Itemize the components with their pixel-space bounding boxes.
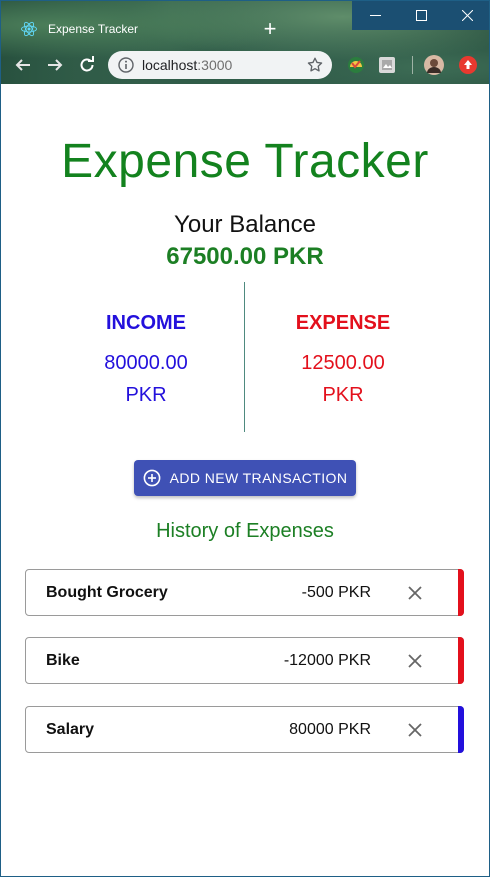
delete-icon[interactable] xyxy=(407,585,423,601)
transaction-amount: -500 PKR xyxy=(301,584,371,601)
expense-amount: 12500.00 PKR xyxy=(283,347,403,411)
expense-summary: EXPENSE 12500.00 PKR xyxy=(283,312,403,411)
income-label: INCOME xyxy=(106,312,186,334)
balance-value: 67500.00 PKR xyxy=(166,243,324,270)
window-controls xyxy=(352,0,490,30)
app-title: Expense Tracker xyxy=(61,135,429,188)
reload-icon[interactable] xyxy=(74,52,100,78)
url-port: :3000 xyxy=(197,57,233,73)
delete-icon[interactable] xyxy=(407,722,423,738)
url-host: localhost xyxy=(142,57,198,73)
info-icon[interactable] xyxy=(118,57,134,73)
balance-label: Your Balance xyxy=(174,211,316,238)
back-icon[interactable] xyxy=(10,52,36,78)
transaction-item: Bike -12000 PKR xyxy=(25,637,464,684)
tab-title: Expense Tracker xyxy=(48,22,139,36)
expense-indicator-bar xyxy=(458,569,464,616)
transaction-amount: 80000 PKR xyxy=(289,721,371,738)
income-amount-currency: PKR xyxy=(125,384,167,406)
summary-divider xyxy=(244,282,245,432)
browser-toolbar: localhost:3000 xyxy=(0,46,490,84)
extension-icon[interactable] xyxy=(377,55,397,75)
react-icon xyxy=(21,21,37,37)
toolbar-divider xyxy=(412,56,413,74)
maximize-icon[interactable] xyxy=(398,0,444,30)
minimize-icon[interactable] xyxy=(352,0,398,30)
new-tab-icon[interactable]: + xyxy=(258,18,282,42)
transaction-name: Bike xyxy=(46,652,80,669)
income-amount: 80000.00 PKR xyxy=(86,347,206,411)
url-text: localhost:3000 xyxy=(142,57,232,73)
expense-indicator-bar xyxy=(458,637,464,684)
transaction-item: Bought Grocery -500 PKR xyxy=(25,569,464,616)
transaction-name: Bought Grocery xyxy=(46,584,168,601)
transaction-amount: -12000 PKR xyxy=(283,652,371,669)
add-circle-icon xyxy=(143,469,161,487)
transaction-item: Salary 80000 PKR xyxy=(25,706,464,753)
star-icon[interactable] xyxy=(306,56,324,74)
extension-icon[interactable] xyxy=(346,55,366,75)
add-transaction-button[interactable]: ADD NEW TRANSACTION xyxy=(134,460,356,496)
browser-chrome: Expense Tracker + localhost:3000 xyxy=(0,0,490,84)
address-bar[interactable]: localhost:3000 xyxy=(108,51,332,79)
add-transaction-label: ADD NEW TRANSACTION xyxy=(169,470,348,486)
income-indicator-bar xyxy=(458,706,464,753)
income-amount-value: 80000.00 xyxy=(104,352,188,374)
income-summary: INCOME 80000.00 PKR xyxy=(86,312,206,411)
expense-amount-currency: PKR xyxy=(322,384,364,406)
profile-avatar[interactable] xyxy=(424,55,444,75)
history-title: History of Expenses xyxy=(156,520,334,542)
update-icon[interactable] xyxy=(458,55,478,75)
forward-icon[interactable] xyxy=(42,52,68,78)
close-icon[interactable] xyxy=(444,0,490,30)
delete-icon[interactable] xyxy=(407,653,423,669)
expense-label: EXPENSE xyxy=(295,312,391,334)
transaction-name: Salary xyxy=(46,721,95,738)
browser-tab[interactable]: Expense Tracker xyxy=(8,12,248,46)
expense-amount-value: 12500.00 xyxy=(301,352,385,374)
